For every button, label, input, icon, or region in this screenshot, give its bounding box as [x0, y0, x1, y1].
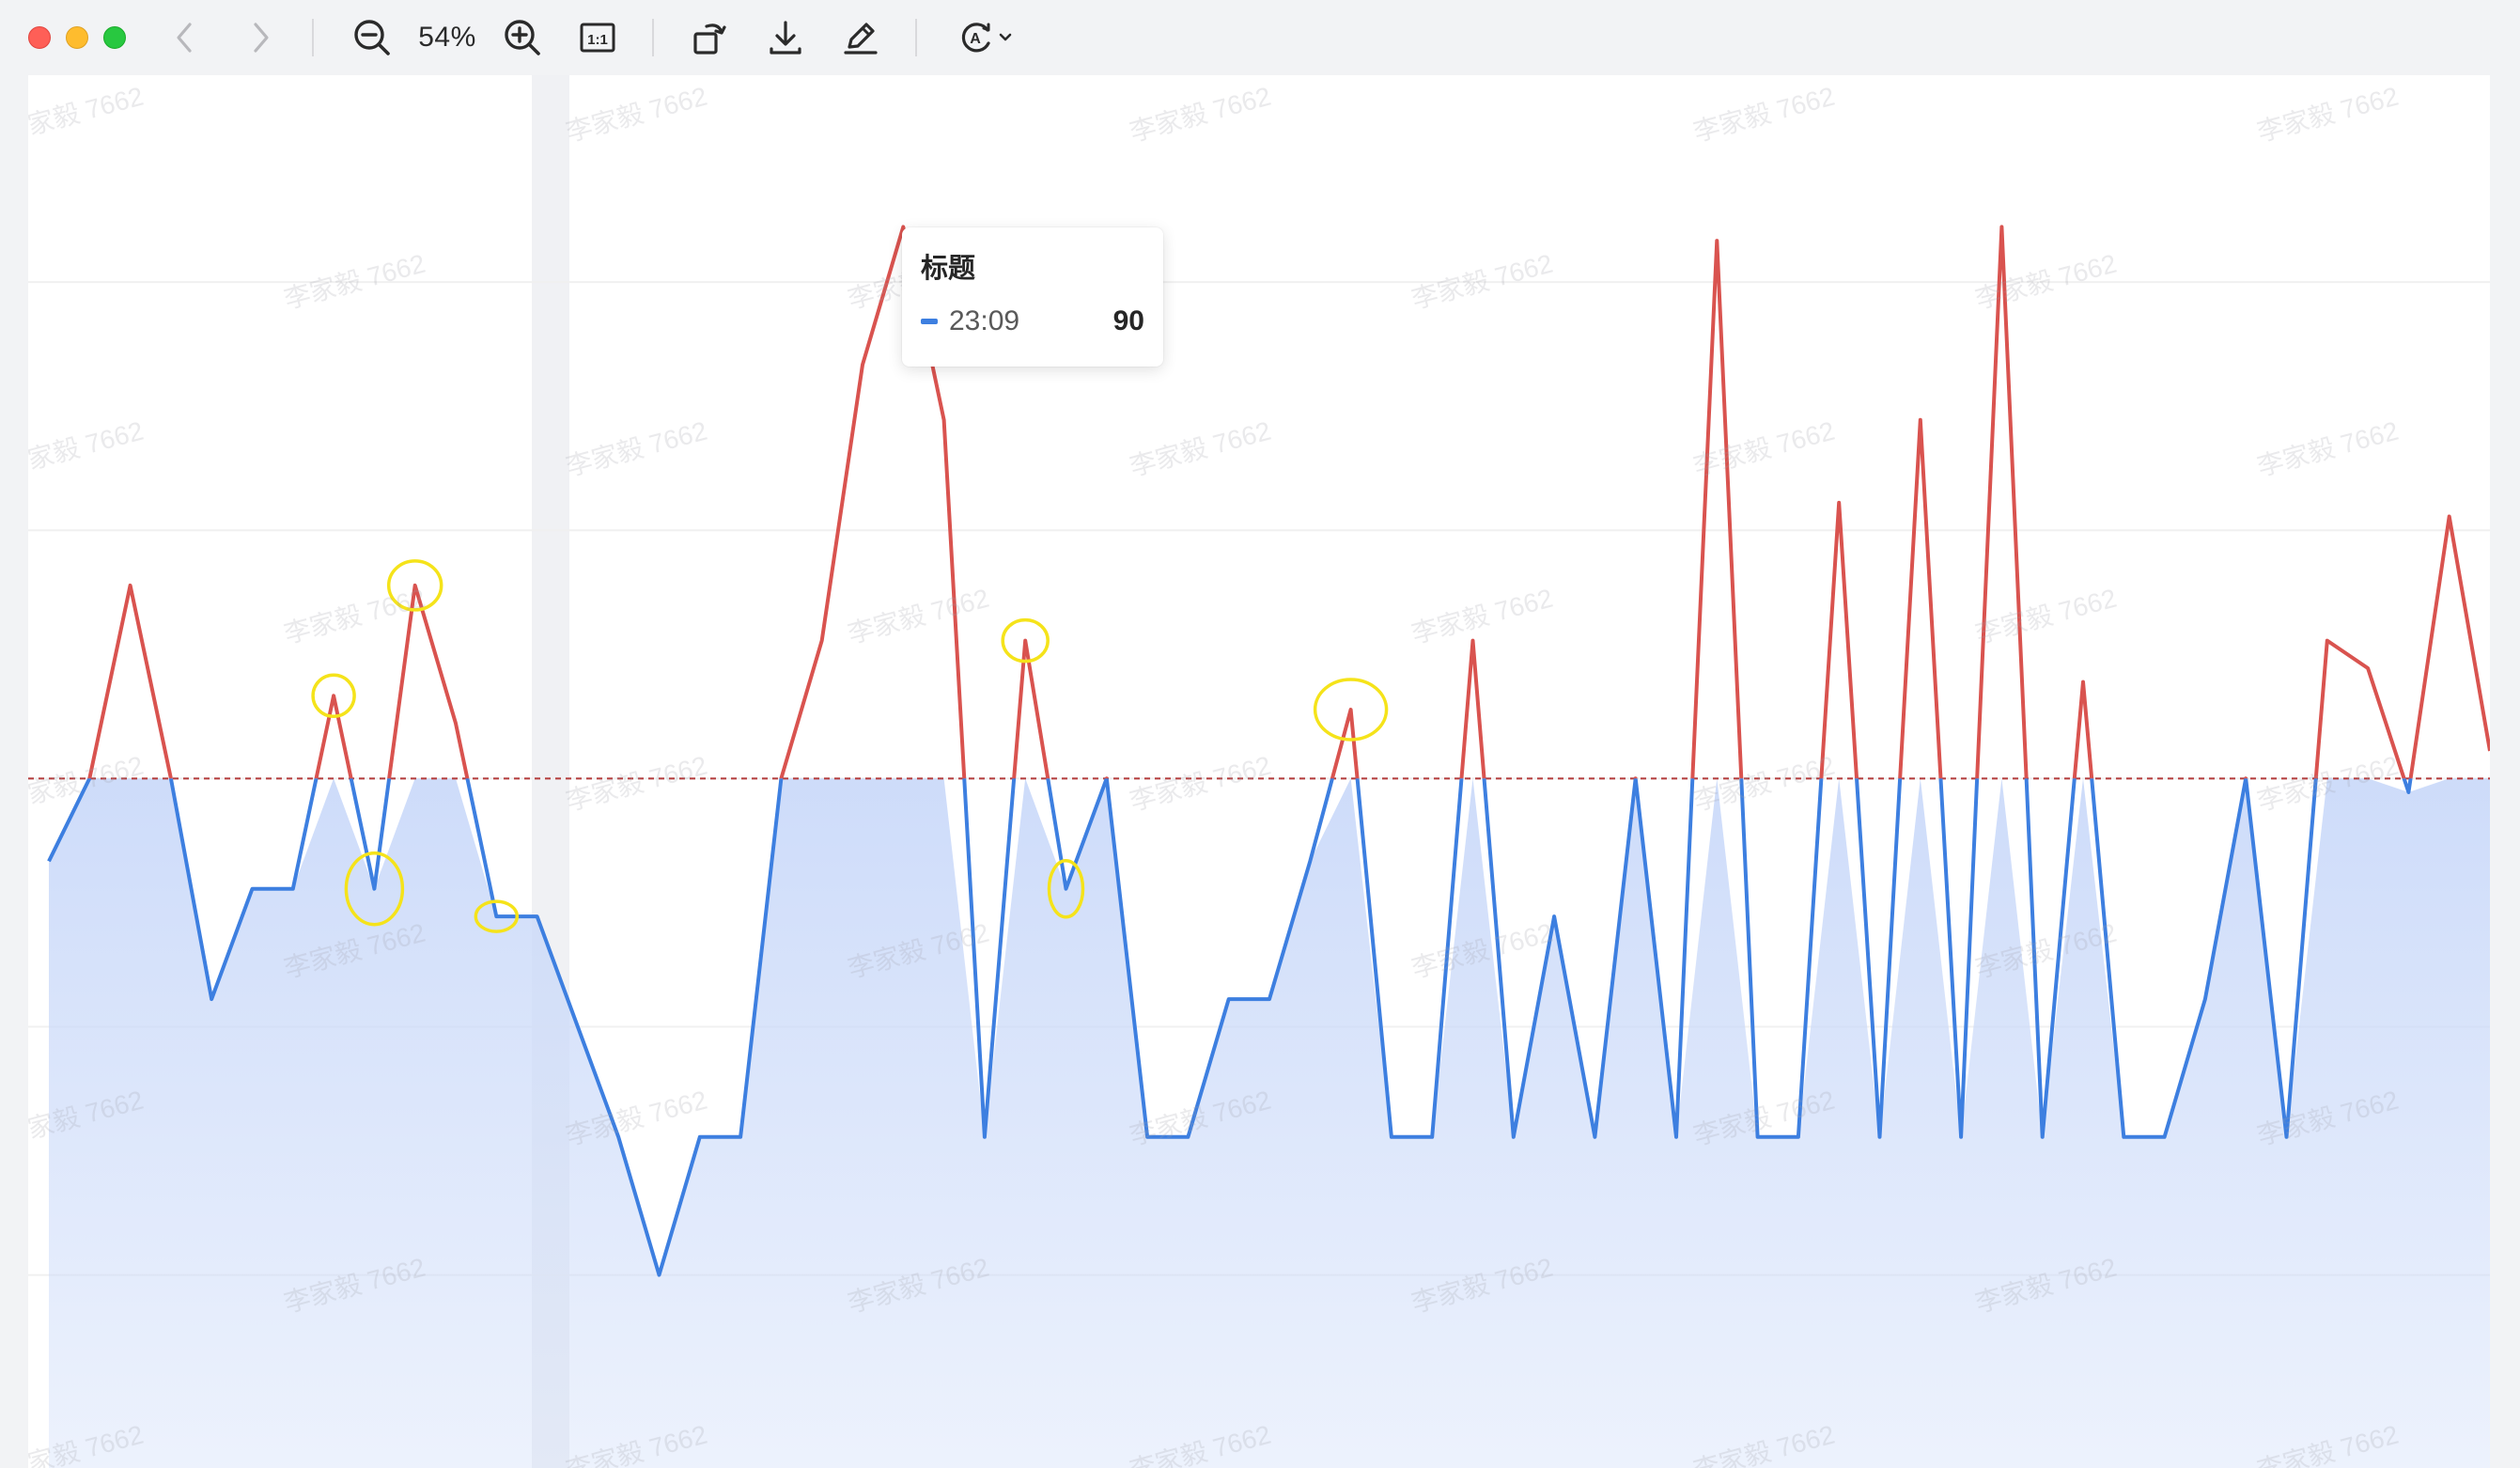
- data-point[interactable]: [291, 887, 295, 891]
- line-chart: [28, 225, 2490, 1468]
- data-point[interactable]: [536, 914, 539, 918]
- data-point[interactable]: [576, 1024, 580, 1028]
- toolbar-divider: [652, 19, 654, 56]
- data-point[interactable]: [1186, 1135, 1190, 1139]
- data-point[interactable]: [1552, 914, 1556, 918]
- data-point[interactable]: [1919, 418, 1922, 422]
- data-point[interactable]: [413, 584, 417, 587]
- data-point[interactable]: [1430, 1135, 1434, 1139]
- data-point[interactable]: [1471, 639, 1475, 643]
- download-button[interactable]: [763, 17, 808, 58]
- data-point[interactable]: [1634, 776, 1638, 780]
- chevron-right-icon: [254, 23, 269, 53]
- data-point[interactable]: [1797, 1135, 1800, 1139]
- data-point[interactable]: [1227, 997, 1231, 1001]
- rotate-button[interactable]: [688, 17, 733, 58]
- tooltip-value: 90: [1112, 305, 1144, 336]
- zoom-in-button[interactable]: [500, 17, 545, 58]
- data-point[interactable]: [1145, 1135, 1149, 1139]
- actual-size-icon: 1:1: [580, 23, 615, 53]
- data-point[interactable]: [698, 1135, 702, 1139]
- data-point[interactable]: [454, 722, 458, 726]
- data-point[interactable]: [494, 914, 498, 918]
- tooltip-series-name: 23:09: [949, 305, 1020, 336]
- data-point[interactable]: [2203, 997, 2207, 1001]
- data-point[interactable]: [983, 1135, 987, 1139]
- data-point[interactable]: [169, 776, 173, 780]
- data-point[interactable]: [1674, 1135, 1678, 1139]
- data-point[interactable]: [2366, 666, 2370, 670]
- chevron-down-icon: [999, 33, 1012, 41]
- data-point[interactable]: [2122, 1135, 2125, 1139]
- zoom-in-icon: [505, 20, 540, 55]
- close-window-button[interactable]: [28, 26, 51, 49]
- data-point[interactable]: [820, 639, 824, 643]
- document-page: 李家毅 7662 李家毅 7662 李家毅 7662 李家毅 7662 李家毅 7662…: [28, 75, 2490, 1468]
- zoom-out-icon: [354, 20, 390, 55]
- toolbar-divider: [915, 19, 917, 56]
- data-point[interactable]: [2081, 680, 2085, 684]
- data-point[interactable]: [1390, 1135, 1393, 1139]
- markup-menu-button[interactable]: A: [951, 17, 1019, 58]
- data-point[interactable]: [1308, 859, 1312, 863]
- data-point[interactable]: [47, 859, 51, 863]
- chevron-left-icon: [177, 23, 192, 53]
- data-point[interactable]: [616, 1135, 620, 1139]
- data-point[interactable]: [2326, 639, 2329, 643]
- data-point[interactable]: [87, 776, 91, 780]
- data-point[interactable]: [1023, 639, 1027, 643]
- data-point[interactable]: [2285, 1135, 2289, 1139]
- data-point[interactable]: [251, 887, 255, 891]
- download-icon: [770, 21, 801, 55]
- series-marker-icon: [921, 319, 938, 324]
- tooltip-row: 23:09 90: [921, 303, 1144, 340]
- data-point[interactable]: [1349, 708, 1353, 711]
- maximize-window-button[interactable]: [103, 26, 126, 49]
- pencil-icon: [844, 23, 878, 55]
- data-point[interactable]: [1715, 239, 1719, 242]
- data-point[interactable]: [1959, 1135, 1963, 1139]
- chart-tooltip: 标题 23:09 90: [902, 227, 1163, 367]
- data-point[interactable]: [2163, 1135, 2167, 1139]
- data-point[interactable]: [332, 694, 335, 697]
- data-point[interactable]: [658, 1273, 661, 1277]
- forward-button[interactable]: [242, 17, 280, 58]
- zoom-level-label: 54%: [418, 22, 476, 53]
- data-point[interactable]: [1065, 887, 1068, 891]
- data-point[interactable]: [210, 997, 213, 1001]
- data-point[interactable]: [1999, 225, 2003, 228]
- rotate-icon: [693, 23, 726, 55]
- data-point[interactable]: [1756, 1135, 1760, 1139]
- data-point[interactable]: [1837, 501, 1841, 505]
- data-point[interactable]: [779, 776, 783, 780]
- data-point[interactable]: [2406, 790, 2410, 794]
- svg-text:A: A: [970, 31, 981, 47]
- data-point[interactable]: [1878, 1135, 1882, 1139]
- actual-size-label: 1:1: [587, 32, 608, 48]
- data-point[interactable]: [2041, 1135, 2045, 1139]
- toolbar: 54% 1:1 A: [0, 0, 2520, 75]
- data-point[interactable]: [129, 584, 132, 587]
- actual-size-button[interactable]: 1:1: [575, 17, 620, 58]
- data-point[interactable]: [2448, 515, 2451, 519]
- data-point[interactable]: [372, 887, 376, 891]
- minimize-window-button[interactable]: [66, 26, 88, 49]
- data-point[interactable]: [942, 418, 946, 422]
- toolbar-divider: [312, 19, 314, 56]
- annotate-button[interactable]: [838, 17, 883, 58]
- data-point[interactable]: [861, 363, 864, 367]
- data-point[interactable]: [1105, 776, 1109, 780]
- tooltip-title: 标题: [921, 254, 976, 284]
- back-button[interactable]: [165, 17, 203, 58]
- markup-icon: A: [961, 23, 990, 53]
- data-point[interactable]: [1512, 1135, 1516, 1139]
- data-point[interactable]: [2244, 776, 2248, 780]
- zoom-out-button[interactable]: [350, 17, 395, 58]
- data-point[interactable]: [1268, 997, 1271, 1001]
- data-point[interactable]: [1593, 1135, 1596, 1139]
- data-point[interactable]: [739, 1135, 742, 1139]
